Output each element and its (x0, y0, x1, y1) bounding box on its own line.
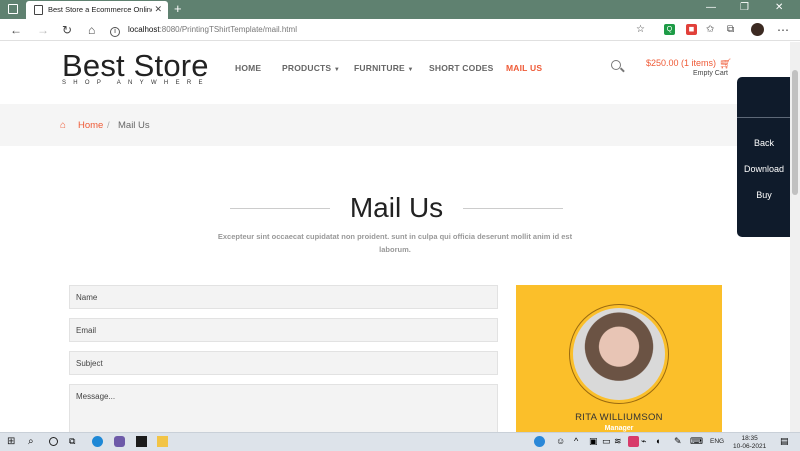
scrollbar-thumb[interactable] (792, 70, 798, 195)
close-window-icon[interactable]: ✕ (775, 2, 783, 13)
site-header: Best Store SHOP ANYWHERE HOME PRODUCTS ▼… (0, 42, 800, 104)
restore-icon[interactable]: ❐ (740, 2, 749, 13)
clock-date: 10-06-2021 (733, 443, 767, 450)
breadcrumb-home[interactable]: Home (78, 120, 103, 131)
pen-icon[interactable]: ✎ (674, 436, 685, 447)
search-taskbar-icon[interactable]: ⌕ (28, 436, 39, 447)
taskbar: ⊞ ⌕ ⧉ ☺ ^ ▣ ▭ ≋ ⌁ ◖ ✎ ⌨ ENG 18:35 10-06-… (0, 432, 800, 451)
title-divider-right (463, 208, 563, 209)
title-divider-left (230, 208, 330, 209)
minimize-icon[interactable]: — (706, 2, 716, 13)
people-icon[interactable]: ☺ (556, 436, 567, 447)
profile-avatar-icon[interactable] (751, 23, 764, 36)
url-bar[interactable]: i localhost:8080/PrintingTShirtTemplate/m… (110, 22, 660, 38)
page-title: Mail Us (349, 192, 444, 223)
help-icon[interactable] (534, 436, 545, 447)
chevron-up-icon[interactable]: ^ (574, 436, 585, 447)
keyboard-icon[interactable]: ⌨ (690, 436, 703, 447)
subject-input[interactable] (69, 351, 498, 375)
wifi-icon[interactable]: ≋ (614, 436, 625, 447)
side-action-panel: Back Download Buy (737, 77, 791, 237)
window-menu-icon[interactable] (8, 4, 18, 14)
volume-icon[interactable]: ◖ (655, 436, 666, 447)
file-explorer-icon[interactable] (157, 436, 168, 447)
clock-time: 18:35 (741, 435, 758, 442)
collections-icon[interactable]: ⧉ (727, 23, 734, 37)
app-icon[interactable] (114, 436, 125, 447)
download-button[interactable]: Download (737, 164, 791, 174)
language-indicator[interactable]: ENG (710, 438, 724, 445)
nav-products-label: PRODUCTS (282, 63, 332, 73)
notification-app-icon[interactable] (628, 436, 639, 447)
browser-tab-bar: Best Store a Ecommerce Online S ✕ + — ❐ … (0, 0, 800, 19)
buy-button[interactable]: Buy (737, 190, 791, 200)
edge-browser-icon[interactable] (92, 436, 103, 447)
action-center-icon[interactable]: ▤ (780, 436, 791, 447)
extension-q-icon[interactable]: Q (664, 24, 675, 35)
extension-red-icon[interactable]: ◼ (686, 24, 697, 35)
search-icon[interactable] (611, 60, 621, 70)
cart-summary[interactable]: $250.00 (1 items) (646, 58, 716, 68)
chevron-down-icon: ▼ (407, 67, 414, 73)
nav-mail-us[interactable]: MAIL US (506, 63, 542, 73)
browser-toolbar: ← → ↻ ⌂ i localhost:8080/PrintingTShirtTe… (0, 19, 800, 41)
close-tab-icon[interactable]: ✕ (154, 4, 162, 15)
network-icon[interactable]: ⌁ (641, 436, 652, 447)
nav-products[interactable]: PRODUCTS ▼ (282, 63, 340, 73)
new-tab-icon[interactable]: + (174, 1, 182, 16)
back-arrow-icon[interactable]: ← (10, 23, 22, 37)
favorites-icon[interactable]: ✩ (706, 23, 714, 37)
page-favicon-icon (34, 5, 43, 15)
nav-home[interactable]: HOME (235, 63, 261, 73)
home-icon[interactable]: ⌂ (60, 120, 66, 131)
back-button[interactable]: Back (737, 138, 791, 148)
profile-role: Manager (604, 425, 634, 432)
site-info-icon[interactable]: i (110, 27, 120, 37)
windows-start-icon[interactable]: ⊞ (7, 436, 18, 447)
forward-arrow-icon[interactable]: → (37, 23, 49, 37)
cortana-icon[interactable] (49, 437, 58, 446)
profile-name: RITA WILLIUMSON (575, 412, 663, 423)
favorite-star-icon[interactable]: ☆ (636, 23, 645, 37)
logo-main: Best Store (62, 48, 209, 83)
email-input[interactable] (69, 318, 498, 342)
task-view-icon[interactable]: ⧉ (69, 436, 80, 447)
terminal-icon[interactable] (136, 436, 147, 447)
breadcrumb: ⌂ Home / Mail Us (0, 104, 790, 146)
breadcrumb-separator: / (107, 120, 110, 131)
page-subtitle: Excepteur sint occaecat cupidatat non pr… (217, 232, 573, 254)
avatar (573, 308, 665, 400)
chevron-down-icon: ▼ (333, 67, 340, 73)
empty-cart-link[interactable]: Empty Cart (693, 70, 728, 77)
device-icon[interactable]: ▭ (602, 436, 613, 447)
page-scrollbar[interactable] (790, 42, 800, 432)
camera-icon[interactable]: ▣ (589, 436, 600, 447)
breadcrumb-current: Mail Us (118, 120, 150, 131)
site-logo[interactable]: Best Store SHOP ANYWHERE (62, 48, 210, 87)
refresh-icon[interactable]: ↻ (62, 23, 72, 37)
nav-short-codes[interactable]: SHORT CODES (429, 63, 494, 73)
nav-furniture[interactable]: FURNITURE ▼ (354, 63, 414, 73)
profile-card: RITA WILLIUMSON Manager (516, 285, 722, 445)
panel-divider (737, 117, 791, 118)
more-menu-icon[interactable]: ⋯ (777, 23, 789, 37)
browser-tab[interactable]: Best Store a Ecommerce Online S ✕ (26, 1, 168, 19)
system-clock[interactable]: 18:35 10-06-2021 (733, 435, 766, 451)
name-input[interactable] (69, 285, 498, 309)
logo-tagline: SHOP ANYWHERE (62, 80, 210, 86)
tab-title: Best Store a Ecommerce Online S (48, 5, 152, 14)
browser-home-icon[interactable]: ⌂ (88, 23, 95, 37)
url-path: :8080/PrintingTShirtTemplate/mail.html (159, 25, 297, 34)
nav-furniture-label: FURNITURE (354, 63, 405, 73)
url-host: localhost (128, 25, 160, 34)
cart-icon[interactable]: 🛒︎ (719, 59, 732, 70)
